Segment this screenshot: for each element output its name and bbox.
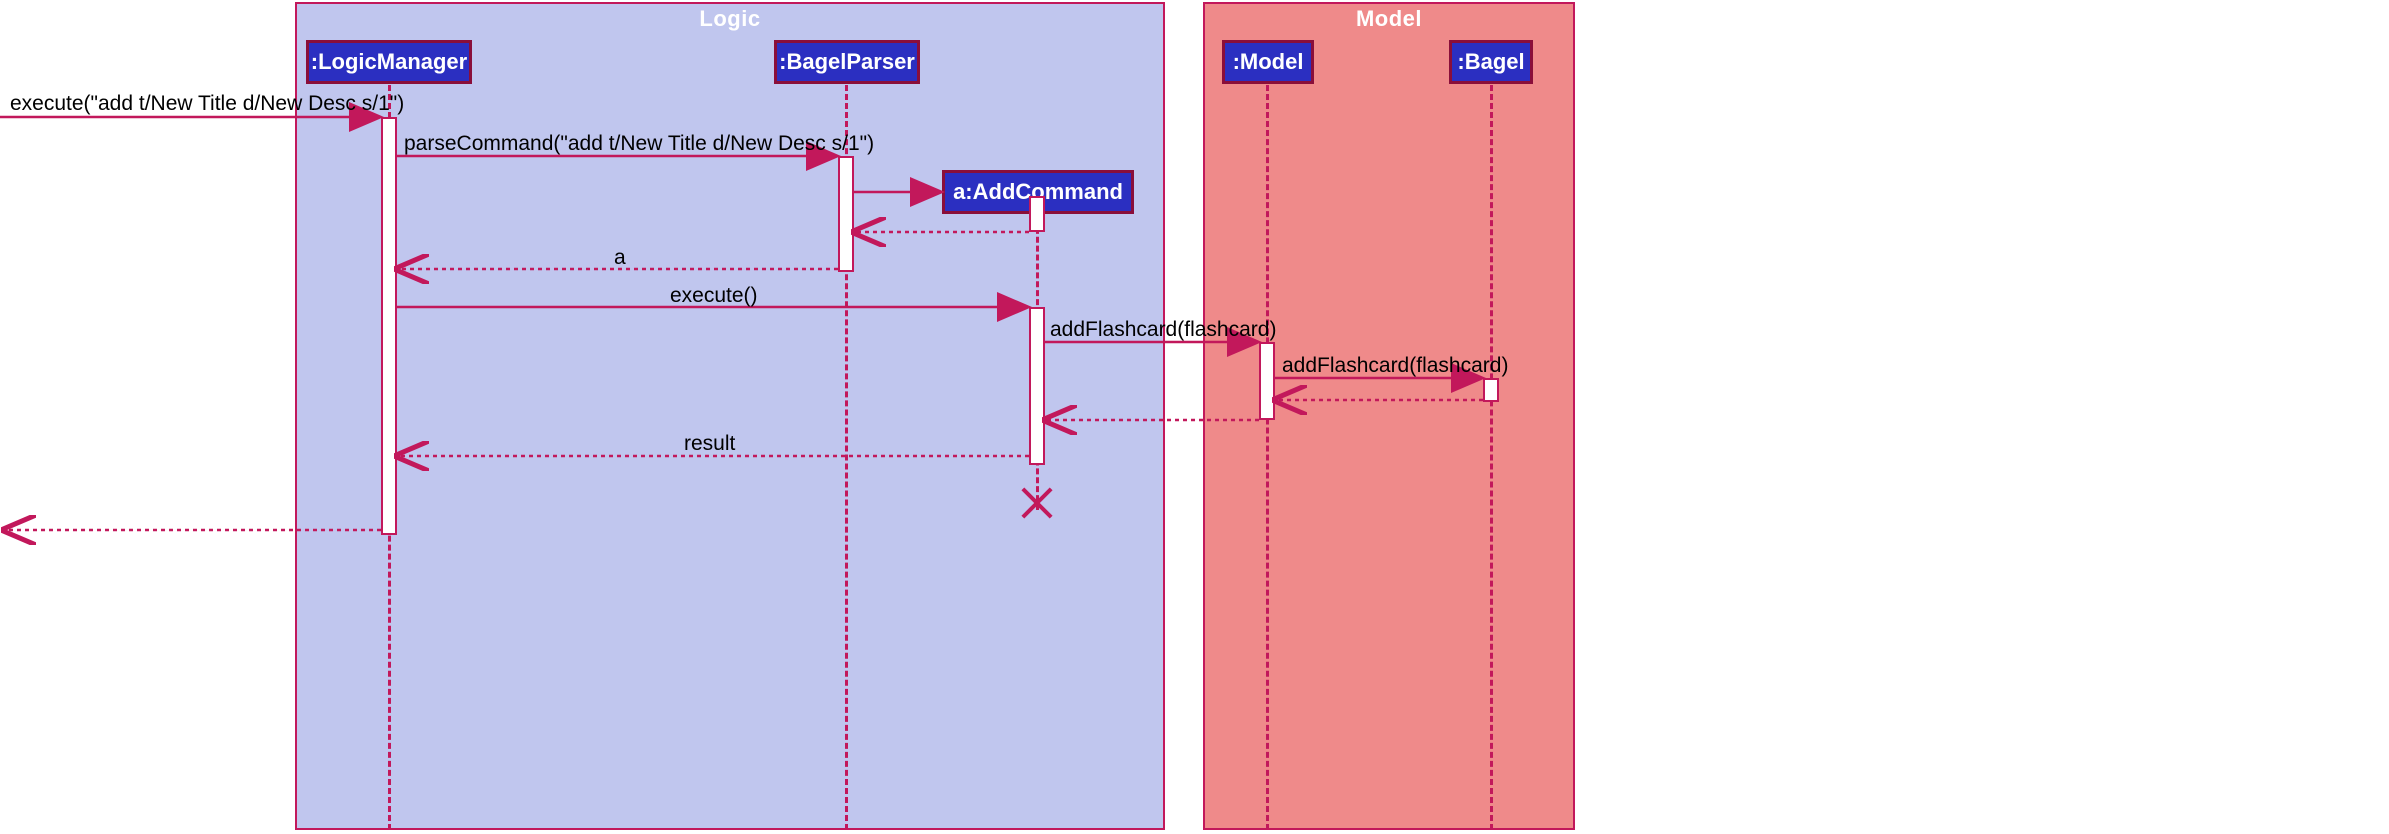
- frame-model-label: Model: [1205, 4, 1573, 38]
- activation-addcommand-1: [1029, 196, 1045, 232]
- participant-bagelparser-label: :BagelParser: [779, 49, 915, 75]
- msg-parsecommand: parseCommand("add t/New Title d/New Desc…: [404, 132, 874, 156]
- activation-logicmanager: [381, 117, 397, 535]
- participant-bagel: :Bagel: [1449, 40, 1533, 84]
- participant-logicmanager-label: :LogicManager: [311, 49, 467, 75]
- msg-result: result: [684, 432, 735, 456]
- participant-bagelparser: :BagelParser: [774, 40, 920, 84]
- participant-logicmanager: :LogicManager: [306, 40, 472, 84]
- lifeline-model: [1266, 85, 1269, 830]
- msg-execute-add: execute("add t/New Title d/New Desc s/1"…: [10, 92, 404, 116]
- participant-bagel-label: :Bagel: [1457, 49, 1524, 75]
- activation-bagelparser: [838, 156, 854, 272]
- participant-model-label: :Model: [1233, 49, 1304, 75]
- activation-bagel: [1483, 378, 1499, 402]
- frame-logic-label: Logic: [297, 4, 1163, 38]
- destroy-addcommand: [1017, 483, 1057, 523]
- participant-model: :Model: [1222, 40, 1314, 84]
- activation-model: [1259, 342, 1275, 420]
- msg-addflashcard-1: addFlashcard(flashcard): [1050, 318, 1276, 342]
- msg-execute: execute(): [670, 284, 758, 308]
- msg-addflashcard-2: addFlashcard(flashcard): [1282, 354, 1508, 378]
- msg-return-a: a: [614, 246, 626, 270]
- activation-addcommand-2: [1029, 307, 1045, 465]
- lifeline-bagel: [1490, 85, 1493, 830]
